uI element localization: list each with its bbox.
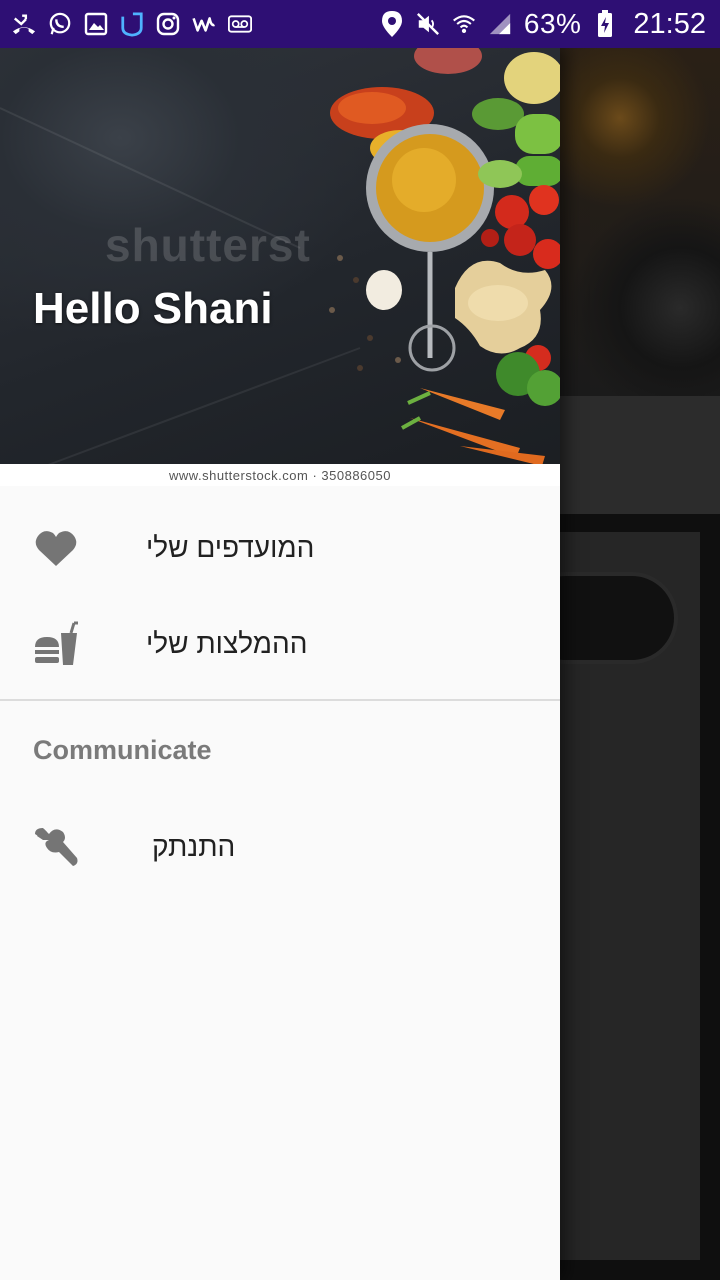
- background-app-content: [560, 48, 720, 1280]
- voicemail-icon: [228, 12, 252, 36]
- signal-icon: [488, 12, 512, 36]
- menu-item-recommendations[interactable]: ההמלצות שלי: [0, 596, 560, 692]
- image-caption-strip: www.shutterstock.com · 350886050: [0, 464, 560, 486]
- drawer-greeting: Hello Shani: [33, 284, 273, 333]
- notification-icons: [12, 12, 252, 37]
- battery-charging-icon: [593, 10, 617, 37]
- clock: 21:52: [633, 7, 706, 40]
- section-title-communicate: Communicate: [33, 734, 212, 765]
- fastfood-icon: [33, 621, 79, 667]
- background-band: [560, 396, 720, 514]
- system-icons: 63% 21:52: [380, 8, 706, 41]
- w-app-icon: [192, 12, 216, 36]
- navigation-drawer: shutterst Hello Shani www.shutterstock.c…: [0, 48, 560, 1280]
- wrench-icon: [33, 824, 79, 870]
- missed-call-icon: [12, 12, 36, 36]
- location-icon: [380, 11, 404, 37]
- gallery-icon: [84, 12, 108, 36]
- whatsapp-icon: [48, 12, 72, 36]
- menu-item-recommendations-label: ההמלצות שלי: [146, 628, 308, 659]
- battery-percent: 63%: [523, 8, 582, 39]
- background-photo: [560, 48, 720, 396]
- menu-item-logout-label: התנתק: [152, 831, 236, 862]
- shield-app-icon: [120, 12, 144, 37]
- status-bar: 63% 21:52: [0, 0, 720, 48]
- menu-item-favorites[interactable]: המועדפים שלי: [0, 500, 560, 596]
- menu-item-favorites-label: המועדפים שלי: [146, 532, 315, 563]
- menu-item-logout[interactable]: התנתק: [0, 799, 560, 895]
- heart-icon: [33, 525, 79, 571]
- background-search-pill: [560, 572, 678, 664]
- drawer-header: shutterst Hello Shani www.shutterstock.c…: [0, 48, 560, 486]
- mute-icon: [416, 12, 440, 36]
- wifi-icon: [452, 12, 476, 36]
- image-watermark: shutterst: [105, 219, 311, 271]
- instagram-icon: [156, 12, 180, 36]
- image-caption: www.shutterstock.com · 350886050: [169, 467, 391, 483]
